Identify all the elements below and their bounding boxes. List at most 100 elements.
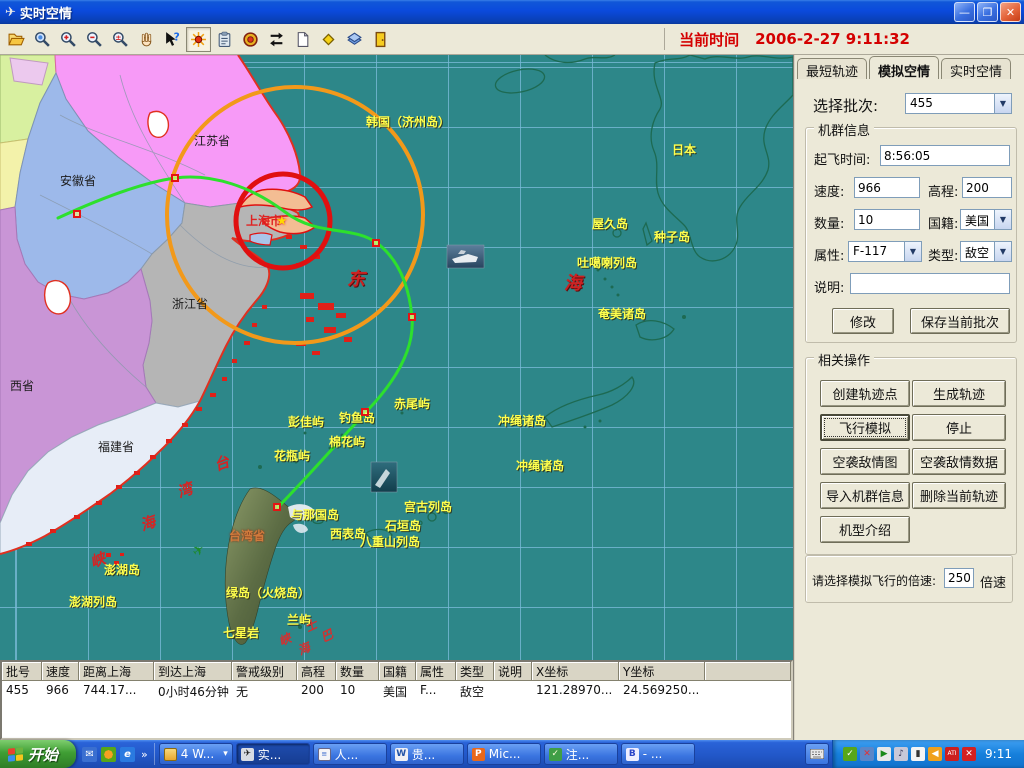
chevron-more-icon[interactable]: » — [141, 748, 148, 761]
chevron-down-icon[interactable]: ▼ — [994, 94, 1011, 113]
track-waypoint[interactable] — [408, 313, 416, 321]
ati-icon[interactable]: ATI — [945, 747, 959, 761]
track-waypoint[interactable] — [361, 408, 369, 416]
type-select[interactable]: 敌空▼ — [960, 241, 1012, 262]
aircraft-intro-button[interactable]: 机型介绍 — [820, 516, 910, 543]
ship-photo-1 — [447, 245, 484, 268]
tab-simulated-air[interactable]: 模拟空情 — [869, 56, 939, 79]
layers-icon[interactable] — [342, 27, 367, 52]
zoom-out-icon[interactable] — [82, 27, 107, 52]
keyboard-layout-icon[interactable] — [805, 743, 829, 765]
minimize-button[interactable]: — — [954, 2, 975, 22]
taskbar-task-folder-group[interactable]: 4 W...▾ — [159, 743, 233, 765]
close-button[interactable]: ✕ — [1000, 2, 1021, 22]
modify-button[interactable]: 修改 — [832, 308, 894, 334]
generate-track-button[interactable]: 生成轨迹 — [912, 380, 1006, 407]
attribute-select[interactable]: F-117▼ — [848, 241, 922, 262]
map-canvas[interactable]: 韩国（济州岛）日本屋久岛种子岛吐噶喇列岛奄美诸岛赤尾屿彭佳屿钓鱼岛棉花屿花瓶屿冲… — [0, 55, 793, 660]
zoom-extent-icon[interactable]: ± — [108, 27, 133, 52]
create-track-point-button[interactable]: 创建轨迹点 — [820, 380, 910, 407]
chevron-down-icon[interactable]: ▼ — [994, 242, 1011, 261]
track-waypoint[interactable] — [171, 174, 179, 182]
taskbar-task-plane[interactable]: ✈ 实... — [236, 743, 310, 765]
alarm-target-icon[interactable] — [238, 27, 263, 52]
taskbar-task-register[interactable]: ✓注... — [544, 743, 618, 765]
network-disconnected-icon[interactable]: ✕ — [860, 747, 874, 761]
zoom-in-icon[interactable] — [56, 27, 81, 52]
batch-select[interactable]: 455 ▼ — [905, 93, 1012, 114]
tray-clock[interactable]: 9:11 — [985, 747, 1012, 761]
task-label: Mic... — [489, 747, 521, 761]
airstrike-data-button[interactable]: 空袭敌情数据 — [912, 448, 1006, 475]
window-title: 实时空情 — [20, 3, 72, 22]
folder-group-icon — [164, 748, 177, 761]
notepad-icon: ≡ — [318, 748, 331, 761]
track-waypoint[interactable] — [73, 210, 81, 218]
map-label: 西省 — [10, 380, 34, 392]
track-data-table[interactable]: 批号 速度 距离上海 到达上海 警戒级别 高程 数量 国籍 属性 类型 说明 X… — [0, 660, 793, 740]
msn-icon[interactable] — [101, 747, 116, 762]
speed-field[interactable] — [854, 177, 920, 198]
map-label: 日本 — [672, 144, 696, 156]
map-label: 冲绳诸岛 — [498, 415, 546, 427]
volume-icon[interactable]: ◀ — [928, 747, 942, 761]
exit-door-icon[interactable] — [368, 27, 393, 52]
airstrike-map-button[interactable]: 空袭敌情图 — [820, 448, 910, 475]
quantity-field[interactable] — [854, 209, 920, 230]
maximize-button[interactable]: ❐ — [977, 2, 998, 22]
chevron-down-icon[interactable]: ▼ — [994, 210, 1011, 229]
stop-button[interactable]: 停止 — [912, 414, 1006, 441]
media-tasks-icon[interactable]: ▶ — [877, 747, 891, 761]
chevron-down-icon[interactable]: ▼ — [904, 242, 921, 261]
taskbar-task-word-doc[interactable]: W贵... — [390, 743, 464, 765]
taskbar-task-powerpoint[interactable]: PMic... — [467, 743, 541, 765]
battery-icon[interactable]: ▮ — [911, 747, 925, 761]
plane-icon: ✈ — [241, 748, 254, 761]
track-waypoint[interactable] — [372, 239, 380, 247]
note-field[interactable] — [850, 273, 1010, 294]
speed-label: 速度: — [814, 181, 844, 200]
operations-title: 相关操作 — [814, 350, 874, 369]
task-label: 实... — [258, 746, 281, 763]
import-fleet-button[interactable]: 导入机群信息 — [820, 482, 910, 509]
sound-mixer-icon[interactable]: ♪ — [894, 747, 908, 761]
start-button[interactable]: 开始 — [0, 740, 76, 768]
ie-icon[interactable]: e — [120, 747, 135, 762]
warning-sign-icon[interactable] — [316, 27, 341, 52]
save-batch-button[interactable]: 保存当前批次 — [910, 308, 1010, 334]
sim-speed-unit: 倍速 — [980, 572, 1006, 591]
map-label: 屋久岛 — [592, 218, 628, 230]
help-pointer-icon[interactable]: ? — [160, 27, 185, 52]
table-row[interactable]: 455 966 744.17... 0小时46分钟 无 200 10 美国 F.… — [2, 681, 791, 699]
messenger-icon[interactable]: ✉ — [82, 747, 97, 762]
taskbar-task-app-b[interactable]: B- ... — [621, 743, 695, 765]
delete-track-button[interactable]: 删除当前轨迹 — [912, 482, 1006, 509]
track-waypoint[interactable] — [273, 503, 281, 511]
map-label: 七星岩 — [223, 627, 259, 639]
pan-hand-icon[interactable] — [134, 27, 159, 52]
flight-simulate-button[interactable]: 飞行模拟 — [820, 414, 910, 441]
taskbar-task-notepad[interactable]: ≡人... — [313, 743, 387, 765]
altitude-field[interactable] — [962, 177, 1012, 198]
map-label: 绿岛（火烧岛） — [226, 587, 310, 599]
security-alert-icon[interactable]: ✕ — [962, 747, 976, 761]
new-document-icon[interactable] — [290, 27, 315, 52]
report-icon[interactable] — [212, 27, 237, 52]
tab-shortest-track[interactable]: 最短轨迹 — [797, 58, 867, 79]
task-label: 注... — [566, 746, 589, 763]
task-buttons: 4 W...▾ ✈ 实... ≡人...W贵...PMic...✓注...B- ... — [155, 743, 805, 765]
attribute-label: 属性: — [814, 245, 844, 264]
sim-speed-field[interactable] — [944, 568, 974, 588]
takeoff-time-field[interactable] — [880, 145, 1010, 166]
open-file-icon[interactable] — [4, 27, 29, 52]
zoom-select-icon[interactable] — [30, 27, 55, 52]
nationality-select[interactable]: 美国▼ — [960, 209, 1012, 230]
swap-arrows-icon[interactable] — [264, 27, 289, 52]
map-label: 彭佳屿 — [288, 416, 324, 428]
map-label: 浙江省 — [172, 298, 208, 310]
chevron-down-icon[interactable]: ▾ — [223, 749, 228, 759]
flash-point-icon[interactable] — [186, 27, 211, 52]
tab-realtime-air[interactable]: 实时空情 — [941, 58, 1011, 79]
table-header-row: 批号 速度 距离上海 到达上海 警戒级别 高程 数量 国籍 属性 类型 说明 X… — [2, 662, 791, 681]
antivirus-icon[interactable]: ✓ — [843, 747, 857, 761]
